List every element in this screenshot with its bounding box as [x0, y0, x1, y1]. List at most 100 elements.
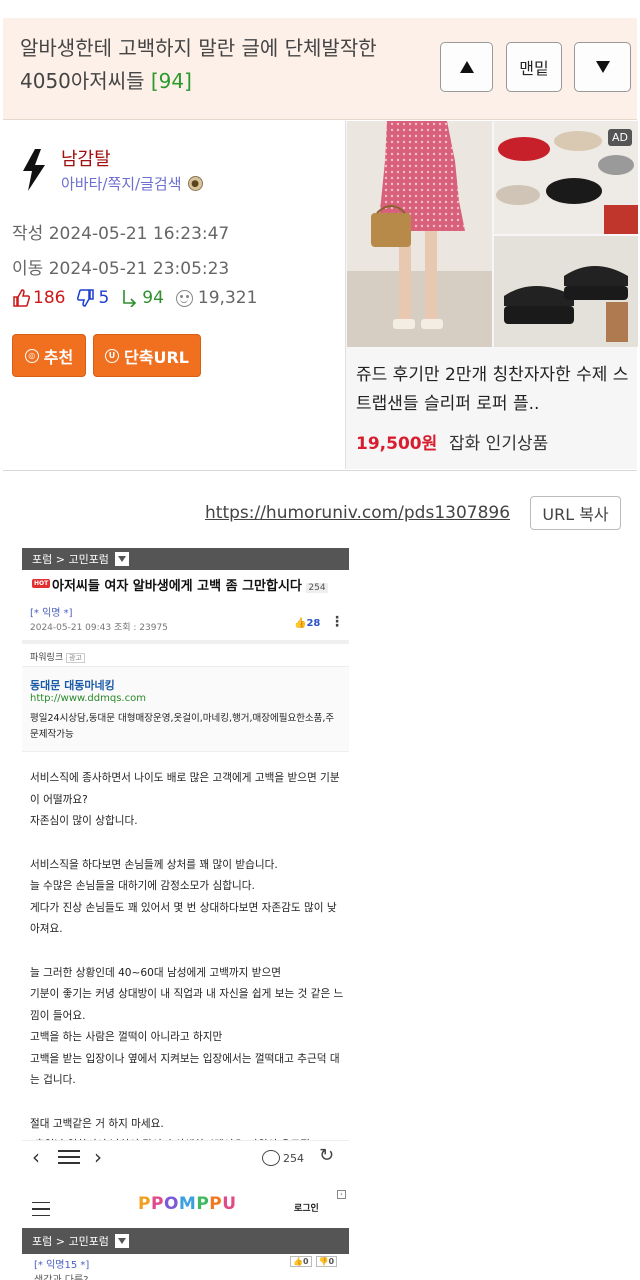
moved-timestamp: 이동 2024-05-21 23:05:23: [12, 254, 229, 279]
embedded-screenshot: 포럼 > 고민포럼 HOT 아저씨들 여자 알바생에게 고백 좀 그만합시다 2…: [22, 548, 349, 1280]
views-stat: 19,321: [175, 288, 258, 308]
share-count: 94: [142, 288, 164, 308]
embedded-comment-count-value: 254: [283, 1151, 304, 1165]
recommend-button[interactable]: ◎ 추천: [12, 334, 86, 377]
embedded-ad-name: 동대문 대동마네킹: [30, 679, 115, 692]
embedded-date-views: 2024-05-21 09:43 조회 : 23975: [30, 623, 168, 633]
author-panel: 남감탈 아바타/쪽지/글검색 ● 작성 2024-05-21 16:23:47 …: [3, 121, 345, 469]
downvote-count: 5: [98, 288, 110, 308]
short-url-label: 단축URL: [124, 347, 189, 367]
post-comment-count[interactable]: [94]: [151, 69, 192, 93]
post-url-link[interactable]: https://humoruniv.com/pds1307896: [205, 503, 510, 523]
ad-image-flats[interactable]: AD: [494, 121, 638, 234]
embedded-breadcrumb-bar-2: 포럼 > 고민포럼: [22, 1228, 349, 1254]
logo-letter: P: [196, 1194, 210, 1214]
embedded-ad-box: 동대문 대동마네킹 http://www.ddmqs.com 평일24시상담,동…: [22, 666, 349, 752]
body-paragraph: 게다가 진상 손님들도 꽤 있어서 몇 번 상대하다보면 자존감도 많이 낮아져…: [30, 901, 337, 936]
triangle-up-icon: [459, 61, 474, 73]
body-gap: [30, 833, 346, 855]
logo-letter: P: [209, 1194, 223, 1214]
back-chevron-icon: ‹: [32, 1145, 40, 1169]
circle-u-icon: U: [105, 348, 120, 363]
lightning-bolt-icon: [23, 149, 45, 191]
post-title: 알바생한테 고백하지 말란 글에 단체발작한 4050아저씨들 [94]: [20, 32, 420, 98]
scroll-down-button[interactable]: [574, 42, 631, 92]
author-links[interactable]: 아바타/쪽지/글검색 ●: [61, 173, 203, 194]
ad-price: 19,500원: [356, 434, 438, 454]
embedded-row2-author: [* 익명15 *]: [34, 1260, 90, 1271]
embedded-likes-count: 28: [306, 618, 321, 629]
moved-value: 2024-05-21 23:05:23: [48, 259, 230, 279]
downvote-stat: 5: [77, 288, 109, 308]
post-stats: 186 5 94 19,321: [12, 288, 257, 308]
model-dress-image: [347, 121, 492, 347]
body-paragraph: 서비스직을 하다보면 손님들께 상처를 꽤 많이 받습니다.: [30, 858, 278, 871]
dropdown-icon: [114, 552, 129, 566]
embedded-author: [* 익명 *]: [30, 608, 73, 619]
powerlink-ad-tag: 광고: [66, 653, 85, 663]
smile-icon: [175, 289, 193, 307]
embedded-ad-url: http://www.ddmqs.com: [30, 693, 146, 704]
scroll-bottom-button[interactable]: 맨밑: [506, 42, 562, 92]
post-title-text: 알바생한테 고백하지 말란 글에 단체발작한 4050아저씨들: [20, 36, 377, 93]
ad-image-sandals[interactable]: [494, 236, 638, 347]
triangle-down-icon: [595, 61, 610, 73]
list-icon: [58, 1150, 80, 1164]
ad-badge: AD: [608, 129, 632, 146]
ad-title[interactable]: 쥬드 후기만 2만개 칭찬자자한 수제 스트랩샌들 슬리퍼 로퍼 플..: [356, 361, 634, 419]
embedded-ad-desc: 평일24시상담,동대문 대형매장운영,옷걸이,마네킹,행거,매장에필요한소품,주…: [30, 713, 335, 740]
written-label: 작성: [12, 224, 44, 244]
views-count: 19,321: [197, 288, 258, 308]
body-paragraph: 서비스직에 종사하면서 나이도 배로 많은 고객에게 고백을 받으면 기분이 어…: [30, 772, 340, 806]
body-paragraph: 기분이 좋기는 커녕 상대방이 내 직업과 내 자신을 쉽게 보는 것 같은 느…: [30, 988, 344, 1022]
sandals-image: [494, 236, 638, 347]
upvote-count: 186: [33, 288, 66, 308]
body-paragraph: 늘 수많은 손님들을 대하기에 감정소모가 심합니다.: [30, 880, 255, 892]
embedded-login: 로그인: [294, 1204, 319, 1214]
reply-arrow-icon: [123, 290, 137, 307]
url-copy-button[interactable]: URL 복사: [530, 496, 621, 530]
ad-category: 잡화 인기상품: [449, 434, 549, 454]
logo-letter: P: [138, 1194, 151, 1214]
body-gap: [30, 941, 346, 963]
embedded-title-count: 254: [306, 583, 328, 593]
logo-letter: O: [163, 1194, 179, 1214]
recommend-label: 추천: [43, 347, 74, 367]
short-url-button[interactable]: U 단축URL: [93, 334, 201, 377]
written-value: 2024-05-21 16:23:47: [48, 224, 230, 244]
body-paragraph: 자존심이 많이 상합니다.: [30, 815, 138, 827]
post-page: 알바생한테 고백하지 말란 글에 단체발작한 4050아저씨들 [94] 맨밑 …: [0, 0, 640, 1280]
ppomppu-logo: PPOMPPU: [138, 1194, 237, 1214]
embedded-breadcrumb-bar: 포럼 > 고민포럼: [22, 548, 349, 570]
row2-down: 👎0: [315, 1256, 338, 1267]
share-stat: 94: [121, 288, 164, 308]
logo-letter: P: [150, 1194, 164, 1214]
ad-image-model[interactable]: [347, 121, 492, 347]
embedded-breadcrumb: 포럼 > 고민포럼: [32, 553, 109, 566]
thumbs-down-icon: [77, 289, 95, 307]
external-box-icon: ›: [337, 1190, 346, 1199]
embedded-title-text: 아저씨들 여자 알바생에게 고백 좀 그만합시다: [52, 579, 302, 594]
body-paragraph: 고백을 받는 입장이나 옆에서 지켜보는 입장에서는 껄떡대고 추근덕 대는 겁…: [30, 1052, 340, 1087]
embedded-title: 아저씨들 여자 알바생에게 고백 좀 그만합시다 254: [52, 575, 328, 594]
written-timestamp: 작성 2024-05-21 16:23:47: [12, 219, 229, 244]
row2-up: 👍0: [290, 1256, 312, 1267]
product-ad[interactable]: AD 쥬드 후기만 2만개 칭찬자자한 수제 스트랩샌들 슬리퍼 로퍼 플.. …: [345, 121, 638, 469]
hot-badge: HOT: [32, 579, 51, 588]
hamburger-menu-icon: [32, 1202, 50, 1216]
moved-label: 이동: [12, 259, 44, 279]
author-links-text[interactable]: 아바타/쪽지/글검색: [61, 173, 182, 194]
author-name[interactable]: 남감탈: [61, 145, 111, 171]
logo-letter: U: [222, 1194, 237, 1214]
body-paragraph: 절대 고백같은 거 하지 마세요.: [30, 1117, 164, 1130]
embedded-comment-row: [* 익명15 *] 👍0 👎0 생각과 다름?: [22, 1254, 349, 1280]
embedded-separator: [22, 640, 349, 644]
body-gap: [30, 1092, 346, 1114]
embedded-toolbar: ‹ › 254 ↻: [22, 1140, 349, 1174]
dropdown-icon-2: [114, 1234, 129, 1248]
scroll-up-button[interactable]: [440, 42, 493, 92]
embedded-comment-count: 254: [262, 1150, 304, 1166]
circle-icon: ◎: [24, 348, 39, 363]
section-divider: [3, 470, 637, 471]
embedded-body-text: 서비스직에 종사하면서 나이도 배로 많은 고객에게 고백을 받으면 기분이 어…: [30, 768, 346, 1157]
